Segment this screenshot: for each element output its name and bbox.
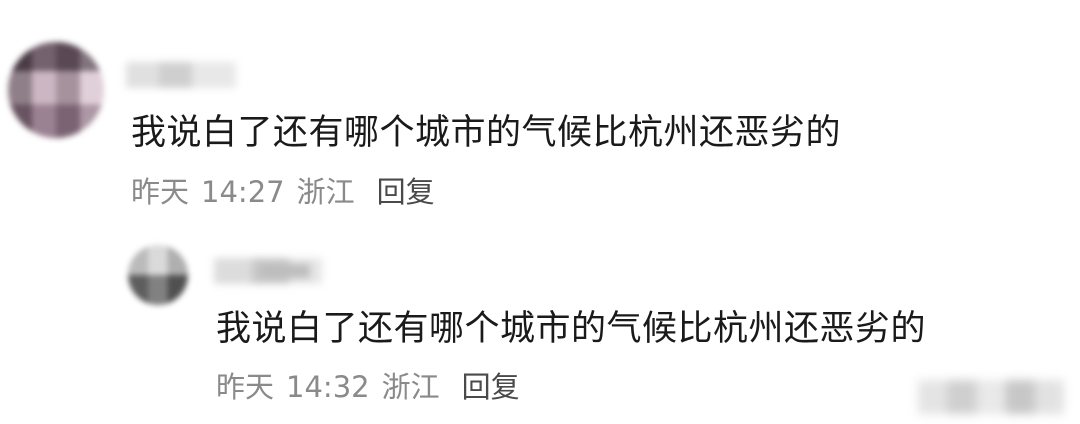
username-redacted[interactable] [126, 62, 236, 88]
comment-text: 我说白了还有哪个城市的气候比杭州还恶劣的 [216, 309, 927, 349]
comment-text: 我说白了还有哪个城市的气候比杭州还恶劣的 [131, 113, 842, 153]
reply-button[interactable]: 回复 [377, 175, 435, 209]
comment-location: 浙江 [296, 175, 355, 209]
comment-meta: 昨天 14:32 浙江 回复 [216, 370, 520, 404]
comment-date: 昨天 [131, 175, 190, 209]
comment-location: 浙江 [381, 370, 440, 404]
comment-time: 14:32 [286, 370, 370, 404]
avatar[interactable] [128, 245, 188, 305]
comment-meta: 昨天 14:27 浙江 回复 [131, 175, 435, 209]
comment-time: 14:27 [201, 175, 285, 209]
username-redacted[interactable] [214, 258, 322, 284]
reply-button[interactable]: 回复 [462, 370, 520, 404]
watermark-redacted [918, 380, 1064, 414]
avatar[interactable] [8, 42, 104, 138]
comment-date: 昨天 [216, 370, 275, 404]
